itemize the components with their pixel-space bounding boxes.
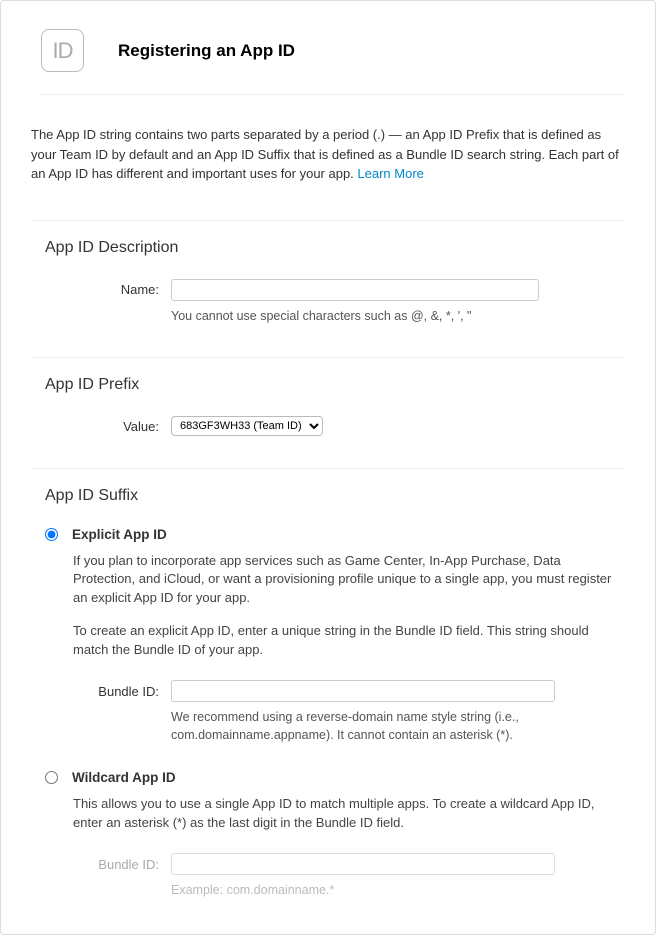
suffix-title: App ID Suffix (45, 487, 625, 505)
description-section: App ID Description Name: You cannot use … (31, 220, 625, 357)
intro-body: The App ID string contains two parts sep… (31, 127, 619, 181)
description-title: App ID Description (45, 239, 625, 257)
suffix-section: App ID Suffix Explicit App ID If you pla… (31, 468, 625, 899)
wildcard-body: This allows you to use a single App ID t… (73, 795, 625, 899)
explicit-label: Explicit App ID (72, 527, 167, 542)
prefix-title: App ID Prefix (45, 376, 625, 394)
page-header: ID Registering an App ID (41, 29, 625, 95)
wildcard-para1: This allows you to use a single App ID t… (73, 795, 625, 833)
explicit-radio[interactable] (45, 528, 58, 541)
id-icon: ID (41, 29, 84, 72)
explicit-bundle-input[interactable] (171, 680, 555, 702)
wildcard-label: Wildcard App ID (72, 770, 176, 785)
name-input[interactable] (171, 279, 539, 301)
explicit-radio-row[interactable]: Explicit App ID (45, 527, 625, 542)
wildcard-bundle-label: Bundle ID: (45, 853, 171, 875)
explicit-para1: If you plan to incorporate app services … (73, 552, 625, 609)
wildcard-bundle-input (171, 853, 555, 875)
explicit-block: Explicit App ID If you plan to incorpora… (45, 527, 625, 744)
explicit-bundle-label: Bundle ID: (45, 680, 171, 702)
learn-more-link[interactable]: Learn More (357, 166, 423, 181)
page-title: Registering an App ID (118, 41, 295, 61)
explicit-para2: To create an explicit App ID, enter a un… (73, 622, 625, 660)
value-label: Value: (45, 416, 171, 434)
wildcard-bundle-hint: Example: com.domainname.* (171, 881, 567, 899)
wildcard-radio-row[interactable]: Wildcard App ID (45, 770, 625, 785)
wildcard-radio[interactable] (45, 771, 58, 784)
wildcard-block: Wildcard App ID This allows you to use a… (45, 770, 625, 899)
id-icon-label: ID (53, 38, 73, 64)
name-hint: You cannot use special characters such a… (171, 307, 567, 325)
prefix-section: App ID Prefix Value: 683GF3WH33 (Team ID… (31, 357, 625, 468)
explicit-bundle-hint: We recommend using a reverse-domain name… (171, 708, 567, 744)
intro-text: The App ID string contains two parts sep… (31, 95, 625, 220)
name-label: Name: (45, 279, 171, 297)
explicit-body: If you plan to incorporate app services … (73, 552, 625, 744)
prefix-select[interactable]: 683GF3WH33 (Team ID) (171, 416, 323, 436)
